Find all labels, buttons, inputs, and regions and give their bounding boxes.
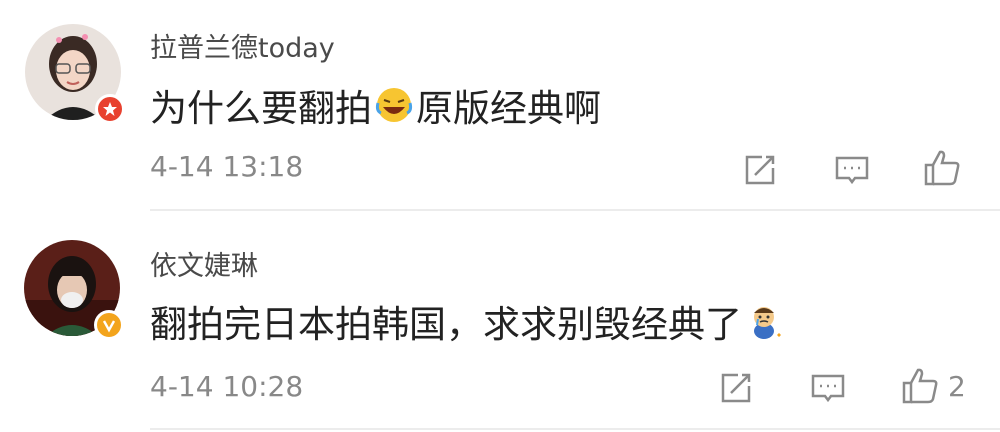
repost-icon xyxy=(721,373,751,403)
comment-text: 翻拍完日本拍韩国，求求别毁经典了 xyxy=(150,294,786,348)
like-button[interactable]: 2 xyxy=(900,366,966,406)
star-badge-icon xyxy=(95,94,125,124)
username[interactable]: 依文婕琳 xyxy=(150,244,258,283)
username[interactable]: 拉普兰德today xyxy=(150,26,335,65)
thumbs-up-icon xyxy=(902,368,938,404)
comment-text-part: 翻拍完日本拍韩国，求求别毁经典了 xyxy=(150,303,742,346)
crying-boy-emoji-icon xyxy=(744,301,784,341)
repost-button[interactable] xyxy=(742,150,778,190)
timestamp: 4-14 13:18 xyxy=(150,150,304,183)
comment-item: 依文婕琳 翻拍完日本拍韩国，求求别毁经典了 4-14 10:28 2 xyxy=(0,210,1000,432)
comment-text-part: 原版经典啊 xyxy=(416,87,601,130)
like-button[interactable] xyxy=(922,148,970,188)
comment-button[interactable] xyxy=(810,368,846,408)
thumbs-up-icon xyxy=(924,150,960,186)
comment-item: 拉普兰德today 为什么要翻拍 原版经典啊 4-14 13:18 xyxy=(0,0,1000,210)
like-count: 2 xyxy=(948,369,966,403)
comment-icon xyxy=(811,374,845,403)
comment-button[interactable] xyxy=(834,150,870,190)
repost-icon xyxy=(745,155,775,185)
divider xyxy=(150,428,1000,430)
avatar[interactable] xyxy=(25,24,125,124)
verified-v-badge-icon xyxy=(94,310,124,340)
comment-text-part: 为什么要翻拍 xyxy=(150,87,372,130)
timestamp: 4-14 10:28 xyxy=(150,370,304,403)
comment-text: 为什么要翻拍 原版经典啊 xyxy=(150,78,601,132)
repost-button[interactable] xyxy=(718,368,754,408)
laugh-cry-emoji-icon xyxy=(374,85,414,125)
comment-icon xyxy=(835,156,869,185)
avatar[interactable] xyxy=(24,240,124,340)
